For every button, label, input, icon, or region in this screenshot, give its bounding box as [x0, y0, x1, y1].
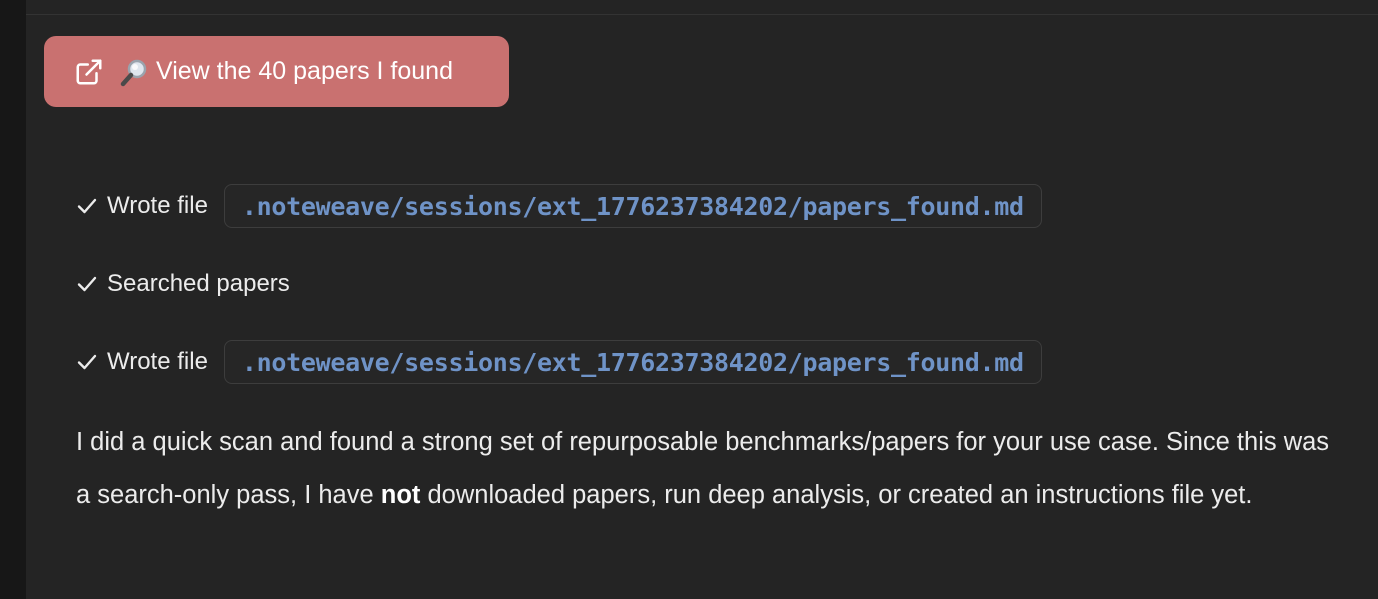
tool-call-write-file-2: Wrote file .noteweave/sessions/ext_17762…	[76, 340, 1042, 384]
tool-call-write-file-1: Wrote file .noteweave/sessions/ext_17762…	[76, 184, 1042, 228]
message-emphasis: not	[380, 481, 421, 509]
magnifier-icon	[120, 57, 150, 87]
check-icon	[76, 273, 98, 295]
message-text: downloaded papers, run deep analysis, or…	[420, 481, 1253, 509]
assistant-message: I did a quick scan and found a strong se…	[76, 416, 1346, 522]
view-papers-label: View the 40 papers I found	[156, 57, 453, 85]
file-path-chip[interactable]: .noteweave/sessions/ext_1776237384202/pa…	[223, 340, 1042, 384]
tool-call-label: Searched papers	[107, 270, 290, 297]
top-divider	[26, 14, 1378, 15]
tool-call-searched-papers: Searched papers	[76, 270, 290, 298]
tool-call-label: Wrote file	[107, 348, 208, 375]
left-rail	[0, 0, 26, 599]
tool-call-label: Wrote file	[107, 192, 208, 219]
file-path-chip[interactable]: .noteweave/sessions/ext_1776237384202/pa…	[223, 184, 1042, 228]
view-papers-button[interactable]: View the 40 papers I found	[44, 36, 509, 107]
external-link-icon	[74, 57, 104, 87]
check-icon	[76, 195, 98, 217]
check-icon	[76, 351, 98, 373]
